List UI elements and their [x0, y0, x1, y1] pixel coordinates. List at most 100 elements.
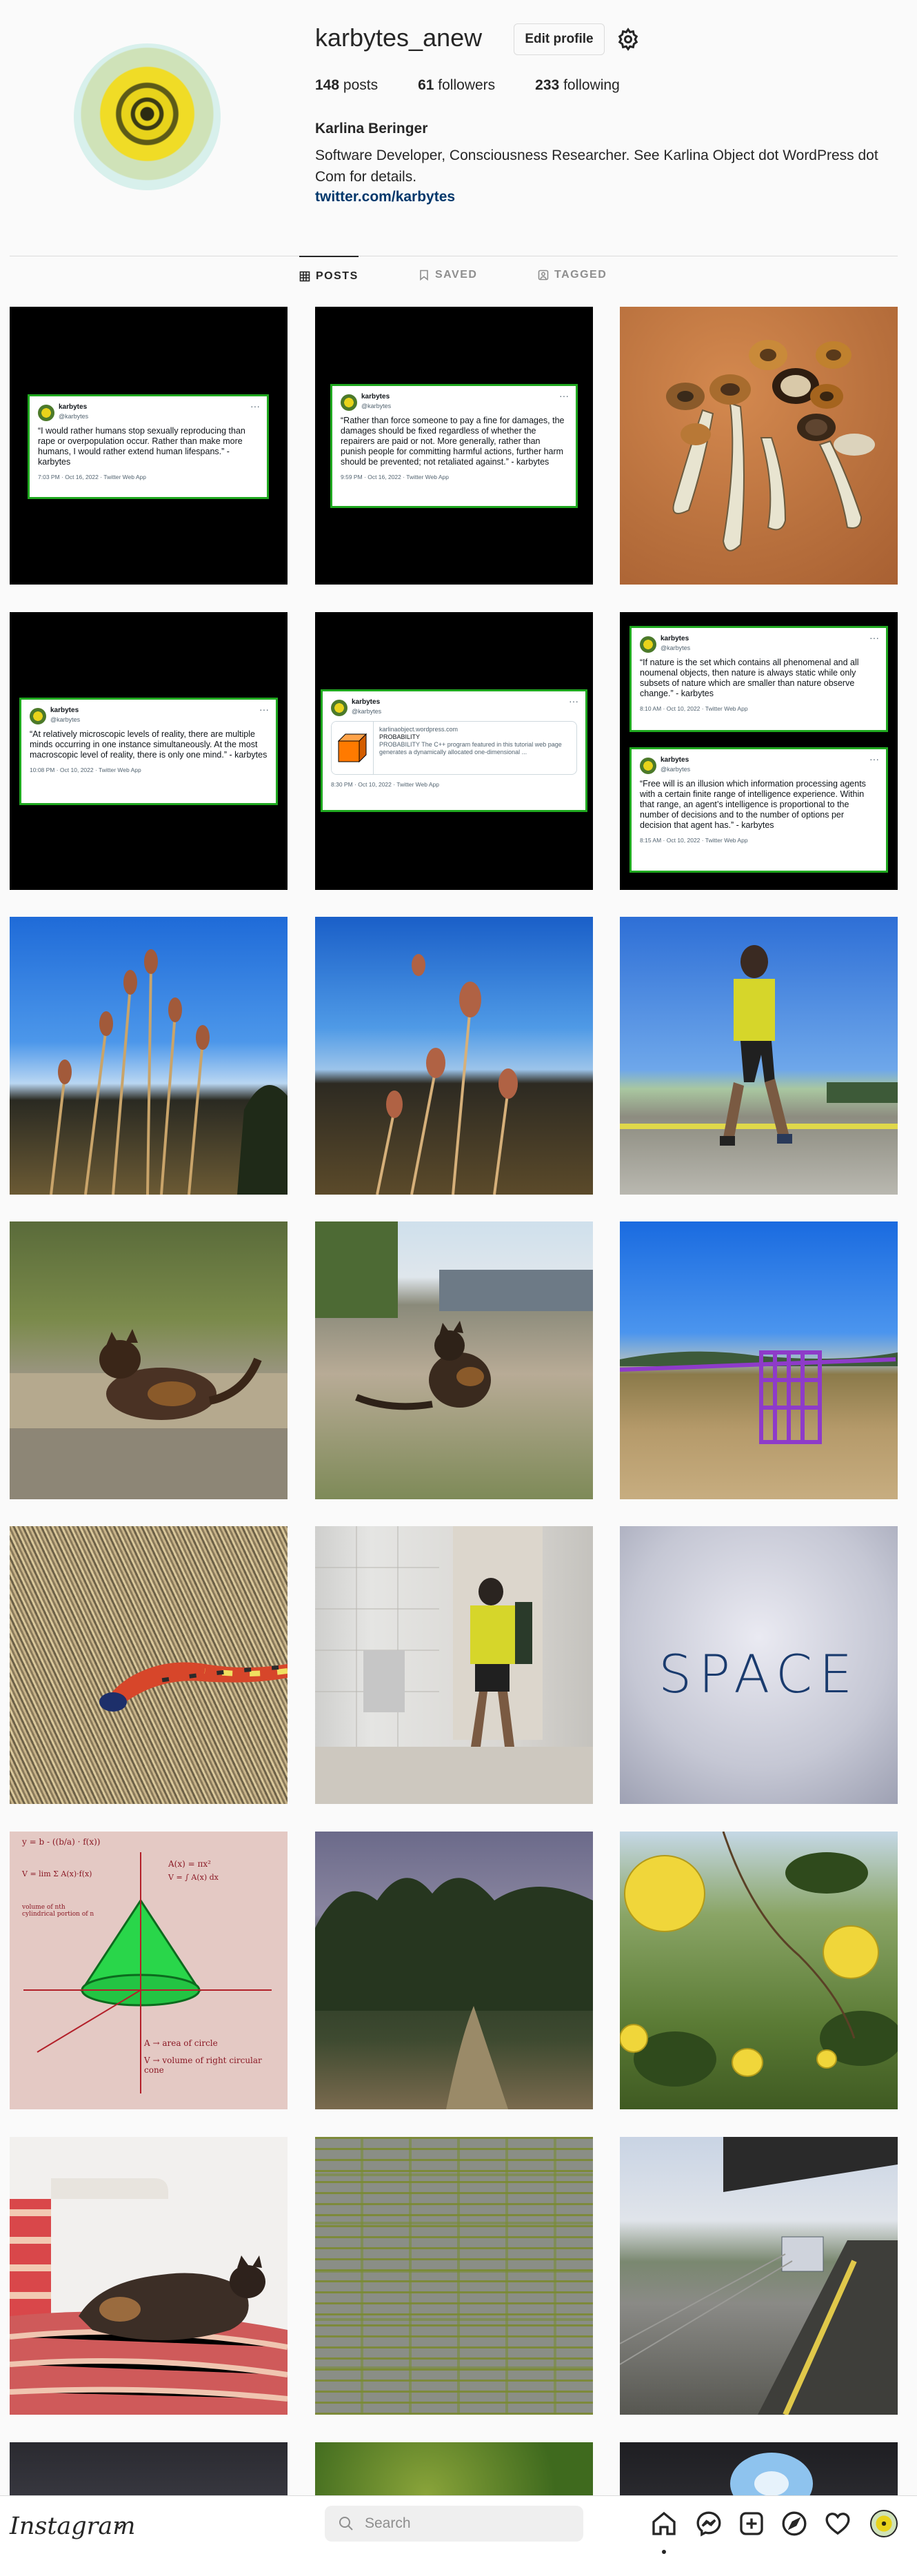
post-tile[interactable]: ··· karbytes @karbytes “If nature is the …: [620, 612, 898, 890]
bookmark-icon: [420, 270, 428, 281]
more-icon: ···: [869, 632, 879, 643]
tweet-footer: 8:10 AM · Oct 10, 2022 · Twitter Web App: [640, 705, 748, 712]
math-integral-line: V = ∫ A(x) dx: [168, 1873, 219, 1882]
tweet-text: “I would rather humans stop sexually rep…: [38, 426, 245, 467]
profile-link[interactable]: twitter.com/karbytes: [315, 189, 455, 205]
post-tile[interactable]: y = b - ((b/a) · f(x)) A(x) = πx² V = li…: [10, 1832, 288, 2109]
more-icon: ···: [559, 390, 569, 401]
pattern-overlay: [315, 2137, 593, 2415]
post-tile[interactable]: SPACE: [620, 1526, 898, 1804]
post-tile[interactable]: [315, 1832, 593, 2109]
post-tile[interactable]: [315, 1526, 593, 1804]
edit-profile-button[interactable]: Edit profile: [514, 23, 605, 55]
more-icon: ···: [259, 704, 269, 715]
hiker-walking-image: [620, 945, 898, 1146]
orange-box-icon: [337, 733, 367, 763]
explore-icon[interactable]: [780, 2510, 808, 2537]
purple-gate-image: [620, 1350, 898, 1444]
tweet-footer: 8:15 AM · Oct 10, 2022 · Twitter Web App: [640, 837, 748, 844]
post-tile[interactable]: [10, 917, 288, 1195]
post-tile[interactable]: [620, 307, 898, 585]
profile-avatar[interactable]: [74, 43, 221, 190]
heart-icon[interactable]: [824, 2510, 852, 2537]
tweet-text: “Free will is an illusion which informat…: [640, 779, 866, 830]
tweet-text: “At relatively microscopic levels of rea…: [30, 729, 268, 760]
mushrooms-image: [666, 340, 875, 551]
post-tile[interactable]: [620, 1221, 898, 1499]
tweet-avatar: [640, 757, 656, 774]
math-area-line: A(x) = πx²: [168, 1859, 211, 1869]
link-preview-card[interactable]: karlinaobject.wordpress.com PROBABILITY …: [331, 721, 577, 775]
post-tile[interactable]: [315, 2137, 593, 2415]
profile-username: karbytes_anew: [315, 23, 483, 52]
tweet-card: ··· karbytes @karbytes “Rather than force…: [330, 384, 578, 508]
home-icon[interactable]: [650, 2510, 678, 2537]
post-tile[interactable]: ··· karbytes @karbytes “At relatively mic…: [10, 612, 288, 890]
messenger-icon[interactable]: [695, 2510, 723, 2537]
tweet-card: ··· karbytes @karbytes “I would rather hu…: [28, 394, 269, 499]
tweet-avatar: [38, 404, 54, 421]
chevron-down-icon[interactable]: [114, 2522, 124, 2532]
tweet-footer: 9:59 PM · Oct 16, 2022 · Twitter Web App: [341, 474, 450, 480]
math-legend-area: A → area of circle: [144, 2038, 218, 2048]
settings-gear-icon[interactable]: [616, 27, 641, 52]
teasel-closeup-image: [376, 954, 518, 1195]
more-icon: ···: [869, 753, 879, 764]
tweet-footer: 8:30 PM · Oct 10, 2022 · Twitter Web App: [331, 781, 440, 788]
search-icon: [339, 2517, 353, 2531]
tweet-avatar: [341, 394, 357, 411]
followers-stat[interactable]: 61 followers: [418, 77, 495, 94]
hiker-restroom-image: [315, 1526, 593, 1804]
more-icon: ···: [569, 696, 578, 707]
posts-stat: 148 posts: [315, 77, 379, 93]
tab-tagged[interactable]: TAGGED: [538, 256, 607, 294]
tab-posts[interactable]: POSTS: [299, 256, 359, 296]
grid-icon: [299, 271, 310, 282]
active-indicator: [662, 2550, 666, 2554]
tweet-avatar: [30, 707, 46, 724]
profile-bio: Software Developer, Consciousness Resear…: [315, 148, 878, 185]
profile-tabs: POSTS SAVED TAGGED: [0, 256, 917, 297]
forest-path-image: [315, 1878, 593, 2109]
cat-in-garden-image: [10, 1329, 288, 1499]
tab-saved[interactable]: SAVED: [419, 256, 477, 294]
tweet-card: ··· karbytes @karbytes “At relatively mic…: [19, 698, 278, 805]
snake-in-grass-image: [99, 1662, 288, 1712]
post-tile[interactable]: [315, 917, 593, 1195]
post-tile[interactable]: ··· karbytes @karbytes “Rather than force…: [315, 307, 593, 585]
post-tile[interactable]: [620, 917, 898, 1195]
space-handwriting: SPACE: [658, 1643, 859, 1705]
post-tile[interactable]: [620, 1832, 898, 2109]
post-tile[interactable]: ··· karbytes @karbytes karlinaobject.word…: [315, 612, 593, 890]
tweet-text: “Rather than force someone to pay a fine…: [341, 416, 565, 467]
search-input[interactable]: [363, 2515, 573, 2533]
tweet-avatar: [640, 636, 656, 653]
train-station-image: [620, 2137, 898, 2415]
math-formula-line: y = b - ((b/a) · f(x)): [22, 1837, 101, 1847]
profile-avatar-icon[interactable]: [870, 2510, 898, 2537]
following-stat[interactable]: 233 following: [535, 77, 620, 94]
lemon-tree-image: [620, 1832, 898, 2087]
tweet-card: ··· karbytes @karbytes “If nature is the …: [629, 626, 888, 732]
post-tile[interactable]: [10, 1526, 288, 1804]
tweet-avatar: [331, 699, 347, 716]
math-sum-line: V = lim Σ A(x)·f(x): [22, 1869, 92, 1878]
new-post-icon[interactable]: [738, 2510, 765, 2537]
post-tile[interactable]: ··· karbytes @karbytes “I would rather hu…: [10, 307, 288, 585]
tweet-text: “If nature is the set which contains all…: [640, 658, 859, 698]
tweet-footer: 10:08 PM · Oct 10, 2022 · Twitter Web Ap…: [30, 767, 141, 773]
cat-on-gravel-image: [315, 1221, 593, 1410]
tweet-card: ··· karbytes @karbytes karlinaobject.word…: [321, 689, 587, 812]
more-icon: ···: [250, 400, 260, 412]
tagged-icon: [538, 270, 549, 281]
search-box[interactable]: [325, 2506, 583, 2542]
profile-full-name: Karlina Beringer: [315, 121, 428, 136]
post-tile[interactable]: [10, 2137, 288, 2415]
tweet-footer: 7:03 PM · Oct 16, 2022 · Twitter Web App: [38, 474, 147, 480]
post-tile[interactable]: [620, 2137, 898, 2415]
post-tile[interactable]: [10, 1221, 288, 1499]
post-tile[interactable]: [315, 1221, 593, 1499]
profile-stats: 148 posts 61 followers 233 following: [315, 77, 620, 94]
bottom-nav-bar: Instagram: [0, 2495, 917, 2576]
math-legend-volume: V → volume of right circular cone: [144, 2056, 262, 2075]
